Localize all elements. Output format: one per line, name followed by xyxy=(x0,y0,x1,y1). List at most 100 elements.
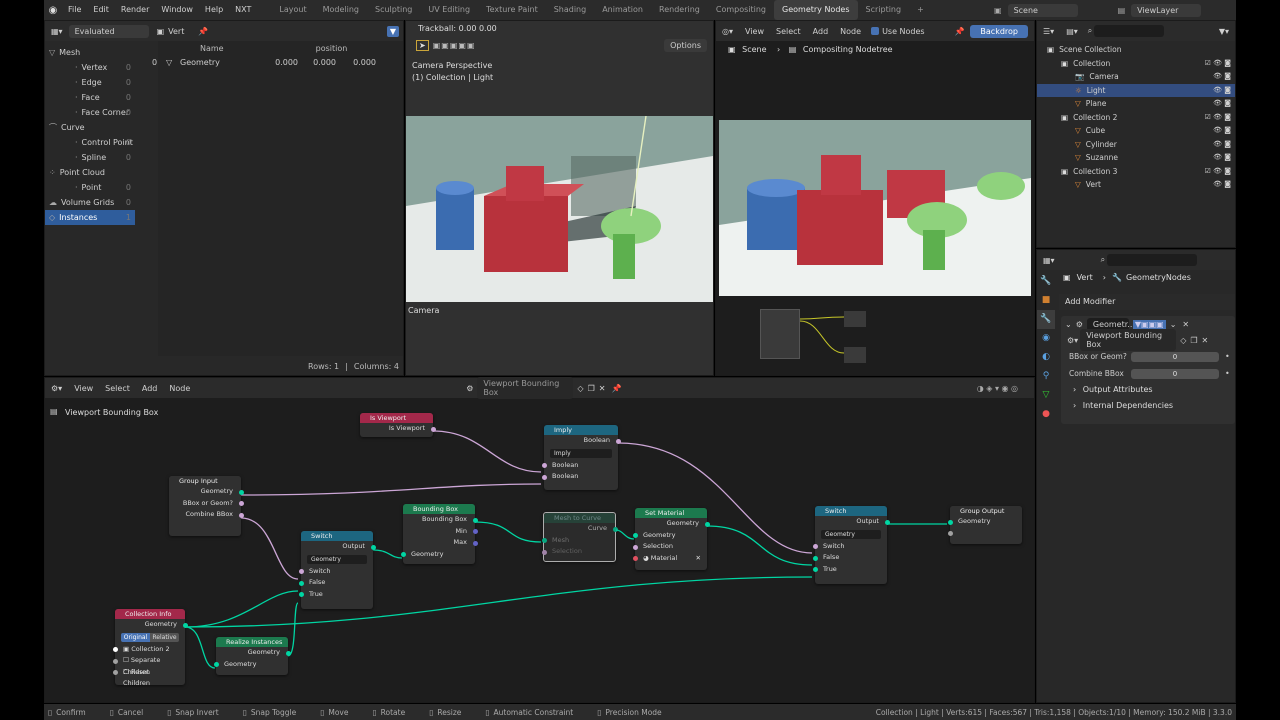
geometry-socket[interactable] xyxy=(704,521,710,527)
tab--[interactable]: + xyxy=(909,0,932,20)
viewer-node[interactable] xyxy=(844,347,866,363)
geometry-socket[interactable] xyxy=(400,552,406,557)
menu-window[interactable]: Window xyxy=(155,0,199,20)
input-value-field[interactable]: 0 xyxy=(1131,368,1219,379)
nodegroup-icon[interactable]: ⚙▾ xyxy=(1067,336,1078,345)
backdrop-toggle[interactable]: Backdrop xyxy=(970,24,1028,38)
duplicate-icon[interactable]: ❐ xyxy=(1190,336,1197,345)
geometry-node-editor[interactable]: ⚙▾ View Select Add Node ⚙ Viewport Bound… xyxy=(44,377,1035,703)
boolean-socket[interactable] xyxy=(615,438,621,444)
collection-info-node[interactable]: Collection Info Geometry Original Relati… xyxy=(112,609,188,687)
tree-item[interactable]: · Edge 0 xyxy=(45,75,135,90)
boolean-socket[interactable] xyxy=(632,544,638,550)
tree-item[interactable]: ⁘ Point Cloud xyxy=(45,165,135,180)
menu-node[interactable]: Node xyxy=(840,27,861,36)
boolean-socket[interactable] xyxy=(112,658,118,664)
checkbox[interactable]: ☐ xyxy=(123,668,129,676)
3d-viewport[interactable]: Trackball: 0.00 0.00 ➤ ▣▣▣▣▣ Options Cam… xyxy=(405,20,714,376)
unlink-icon[interactable]: ✕ xyxy=(599,384,606,393)
original-button[interactable]: Original xyxy=(121,632,150,642)
physics-tab-icon[interactable]: ◐ xyxy=(1037,348,1055,367)
close-icon[interactable]: ✕ xyxy=(696,553,701,565)
menu-add[interactable]: Add xyxy=(142,384,158,393)
modifier-menu-icon[interactable]: ⌄ xyxy=(1170,320,1177,329)
tree-item[interactable]: ⌒ Curve xyxy=(45,120,135,135)
boolean-socket[interactable] xyxy=(298,569,304,574)
pin-icon[interactable]: 📌 xyxy=(954,27,964,36)
visibility-icons[interactable]: 👁 ◙ xyxy=(1213,84,1231,98)
set-material-node[interactable]: Set Material Geometry Geometry Selection… xyxy=(632,508,710,570)
output-attributes-panel[interactable]: › Output Attributes xyxy=(1061,382,1235,398)
checkbox[interactable]: ☐ xyxy=(123,656,129,664)
tab-uv-editing[interactable]: UV Editing xyxy=(420,0,478,20)
tree-item[interactable]: ☁ Volume Grids 0 xyxy=(45,195,135,210)
tab-compositing[interactable]: Compositing xyxy=(708,0,774,20)
tree-item[interactable]: · Control Point 0 xyxy=(45,135,135,150)
menu-nxt[interactable]: NXT xyxy=(229,0,257,20)
group-input-node[interactable]: Group Input Geometry BBox or Geom? Combi… xyxy=(169,476,244,536)
unlink-icon[interactable]: ✕ xyxy=(1202,336,1209,345)
editor-type-icon[interactable]: ▦▾ xyxy=(1043,256,1055,265)
geometry-socket[interactable] xyxy=(541,538,547,543)
tab-texture-paint[interactable]: Texture Paint xyxy=(478,0,546,20)
group-output-node[interactable]: Group Output Geometry xyxy=(947,506,1022,544)
outliner-item[interactable]: ▽ Cylinder 👁 ◙ xyxy=(1037,138,1235,152)
geometry-socket[interactable] xyxy=(238,489,244,495)
search-icon[interactable]: ⌕ xyxy=(1101,255,1105,265)
search-icon[interactable]: ⌕ xyxy=(1088,26,1092,36)
eval-mode-dropdown[interactable]: Evaluated xyxy=(68,24,149,38)
imply-node[interactable]: Imply Boolean Imply Boolean Boolean xyxy=(541,425,621,490)
menu-render[interactable]: Render xyxy=(115,0,155,20)
vector-socket[interactable] xyxy=(472,529,478,534)
operation-dropdown[interactable]: Imply xyxy=(550,448,612,458)
display-mode-icon[interactable]: ▤▾ xyxy=(1066,27,1078,36)
menu-help[interactable]: Help xyxy=(199,0,229,20)
vector-socket[interactable] xyxy=(472,540,478,546)
menu-edit[interactable]: Edit xyxy=(87,0,115,20)
geometry-socket[interactable] xyxy=(472,517,478,523)
visibility-icons[interactable]: 👁 ◙ xyxy=(1213,70,1231,84)
type-dropdown[interactable]: Geometry xyxy=(307,554,367,564)
add-modifier-button[interactable]: Add Modifier xyxy=(1059,294,1235,310)
visibility-icons[interactable]: 👁 ◙ xyxy=(1213,97,1231,111)
geometry-socket[interactable] xyxy=(213,662,219,667)
outliner-item[interactable]: ▽ Cube 👁 ◙ xyxy=(1037,124,1235,138)
tab-rendering[interactable]: Rendering xyxy=(651,0,708,20)
options-dropdown[interactable]: Options xyxy=(664,38,707,52)
tree-item[interactable]: · Vertex 0 xyxy=(45,60,135,75)
boolean-socket[interactable] xyxy=(112,670,118,675)
relative-button[interactable]: Relative xyxy=(150,632,179,642)
chevron-down-icon[interactable]: ⌄ xyxy=(1065,320,1072,329)
visibility-icons[interactable]: 👁 ◙ xyxy=(1213,178,1231,192)
input-value-field[interactable]: 0 xyxy=(1131,351,1219,362)
empty-socket[interactable] xyxy=(947,531,953,536)
tree-item[interactable]: · Face 0 xyxy=(45,90,135,105)
geometry-socket[interactable] xyxy=(812,567,818,572)
select-mode-icons[interactable]: ▣▣▣▣▣ xyxy=(433,41,476,50)
constraints-tab-icon[interactable]: ⚲ xyxy=(1037,367,1055,386)
menu-select[interactable]: Select xyxy=(776,27,801,36)
render-layers-node[interactable] xyxy=(760,309,800,359)
blender-logo-icon[interactable]: ◉ xyxy=(44,5,62,16)
menu-view[interactable]: View xyxy=(745,27,764,36)
fake-user-icon[interactable]: ◇ xyxy=(1180,336,1186,345)
boolean-socket[interactable] xyxy=(238,512,244,518)
is-viewport-node[interactable]: Is Viewport Is Viewport xyxy=(360,413,436,437)
menu-node[interactable]: Node xyxy=(169,384,190,393)
pin-icon[interactable]: 📌 xyxy=(198,27,208,36)
data-tab-icon[interactable]: ▽ xyxy=(1037,386,1055,405)
object-tab-icon[interactable]: ■ xyxy=(1037,291,1055,310)
realize-instances-node[interactable]: Realize Instances Geometry Geometry xyxy=(213,637,291,675)
tool-tab-icon[interactable]: 🔧 xyxy=(1037,272,1055,291)
node-group-selector[interactable]: Viewport Bounding Box xyxy=(477,377,574,399)
filter-icon[interactable]: ▼ xyxy=(386,25,399,37)
geometry-socket[interactable] xyxy=(632,533,638,538)
editor-type-icon[interactable]: ⚙▾ xyxy=(51,384,62,393)
use-nodes-checkbox[interactable] xyxy=(871,27,880,35)
type-dropdown[interactable]: Geometry xyxy=(821,529,881,539)
close-icon[interactable]: ✕ xyxy=(1182,320,1189,329)
boolean-socket[interactable] xyxy=(541,463,547,468)
outliner-item[interactable]: ▽ Vert 👁 ◙ xyxy=(1037,178,1235,192)
internal-dependencies-panel[interactable]: › Internal Dependencies xyxy=(1061,398,1235,414)
visibility-icons[interactable]: 👁 ◙ xyxy=(1213,138,1231,152)
